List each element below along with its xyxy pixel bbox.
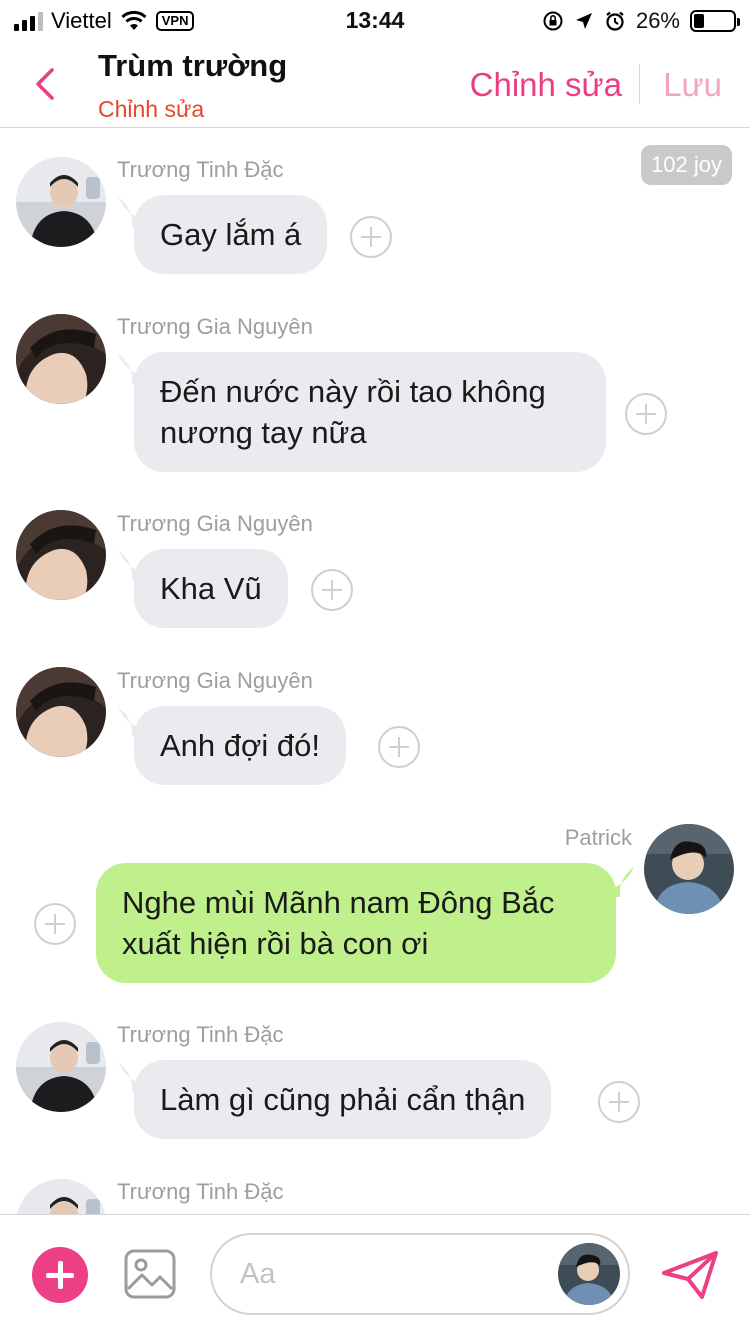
message-bubble[interactable]: Làm gì cũng phải cẩn thận [134,1060,552,1139]
chat-subtitle[interactable]: Chỉnh sửa [98,96,204,123]
avatar[interactable] [16,1179,106,1214]
message-bubble[interactable]: Đến nước này rồi tao không nương tay nữa [134,352,606,472]
message-sender: Trương Tinh Đặc [117,1022,284,1047]
save-button[interactable]: Lưu [663,66,722,104]
rotation-lock-icon [543,11,563,31]
plus-icon[interactable] [32,1247,88,1303]
avatar[interactable] [644,824,734,914]
avatar[interactable] [16,1022,106,1112]
avatar[interactable] [16,314,106,404]
message-bubble[interactable]: Nghe mùi Mãnh nam Đông Bắc xuất hiện rồi… [96,863,616,983]
message-list[interactable]: 102 joy Trương Tinh Đặc Gay lắm á Trương… [0,129,750,1214]
status-bar: Viettel VPN 13:44 26% [0,0,750,40]
add-reaction-button[interactable] [598,1081,640,1123]
message-sender: Trương Tinh Đặc [117,1179,284,1204]
message-input[interactable] [240,1253,540,1295]
add-reaction-button[interactable] [311,569,353,611]
alarm-icon [606,11,624,31]
chevron-left-icon[interactable] [30,64,60,104]
message-input-container [210,1233,630,1315]
message-composer [0,1214,750,1334]
message-bubble[interactable]: Kha Vũ [134,549,288,628]
chat-header: Trùm trường Chỉnh sửa Chỉnh sửa Lưu [0,40,750,128]
add-reaction-button[interactable] [378,726,420,768]
message-sender: Trương Gia Nguyên [117,511,313,536]
message-sender: Trương Gia Nguyên [117,668,313,693]
header-divider [639,64,640,104]
joy-badge: 102 joy [641,145,732,185]
add-reaction-button[interactable] [350,216,392,258]
edit-button[interactable]: Chỉnh sửa [470,66,622,104]
battery-icon [690,10,740,32]
image-icon[interactable] [124,1249,176,1299]
status-right: 26% [542,8,740,34]
message-sender: Patrick [564,825,632,850]
add-reaction-button[interactable] [625,393,667,435]
message-bubble[interactable]: Gay lắm á [134,195,328,274]
avatar[interactable] [16,667,106,757]
location-icon [575,13,592,29]
send-icon[interactable] [660,1249,720,1301]
avatar[interactable] [16,510,106,600]
chat-title: Trùm trường [98,48,288,83]
message-bubble[interactable]: Anh đợi đó! [134,706,346,785]
battery-level [694,14,704,28]
add-reaction-button[interactable] [34,903,76,945]
message-sender: Trương Tinh Đặc [117,157,284,182]
battery-percent: 26% [635,8,680,33]
avatar[interactable] [558,1243,620,1305]
message-sender: Trương Gia Nguyên [117,314,313,339]
avatar[interactable] [16,157,106,247]
